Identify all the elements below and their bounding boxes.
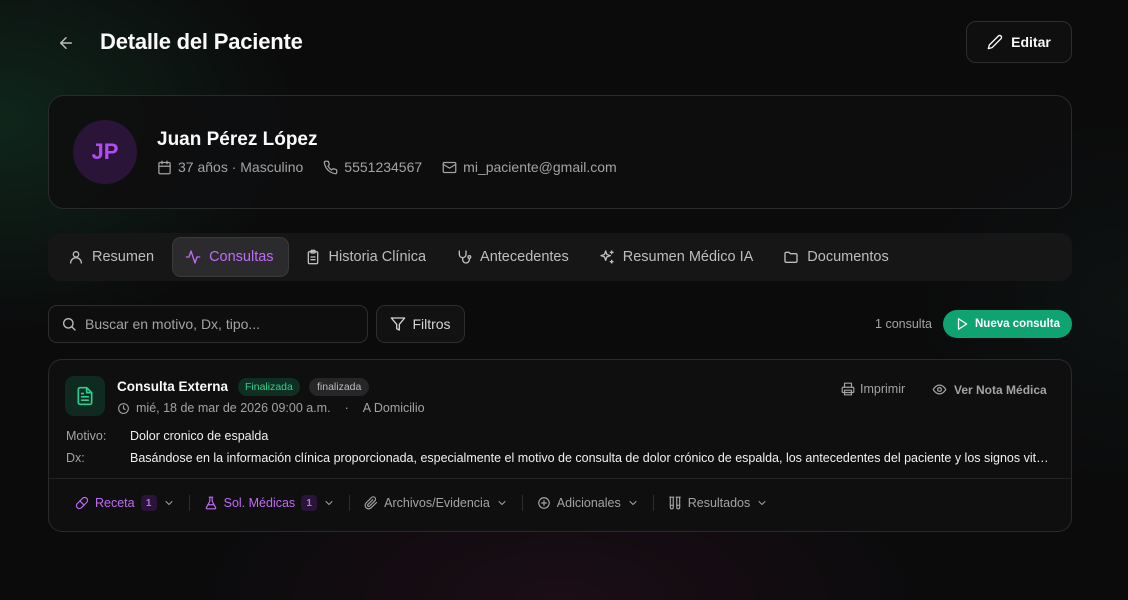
edit-button[interactable]: Editar [966, 21, 1072, 63]
arrow-left-icon [60, 37, 72, 49]
view-note-label: Ver Nota Médica [954, 382, 1047, 397]
sparkles-icon [600, 250, 614, 264]
folder-icon [784, 251, 798, 263]
play-icon [957, 318, 968, 330]
phone: 5551234567 [323, 159, 422, 175]
dx-value: Basándose en la información clínica prop… [130, 451, 1055, 465]
status-tag: finalizada [309, 378, 370, 396]
search-icon [62, 318, 76, 331]
patient-card: JP Juan Pérez López 37 años · Masculino … [48, 95, 1072, 209]
divider [49, 478, 1071, 479]
file-text-icon [77, 386, 93, 406]
edit-label: Editar [1011, 34, 1051, 50]
eye-icon [932, 384, 947, 395]
consult-date-row: mié, 18 de mar de 2026 09:00 a.m. · A Do… [117, 401, 425, 415]
view-note-button[interactable]: Ver Nota Médica [932, 382, 1047, 397]
status-badge: Finalizada [238, 378, 300, 396]
page-title: Detalle del Paciente [100, 29, 303, 54]
adicionales-label: Adicionales [556, 496, 621, 510]
consult-actions: Receta 1 Sol. Médicas 1 Archivos/Evidenc… [75, 495, 768, 511]
email-text: mi_paciente@gmail.com [463, 159, 617, 175]
receta-label: Receta [95, 496, 135, 510]
phone-icon [323, 160, 338, 174]
age-gender-text: 37 años · Masculino [178, 159, 304, 175]
flask-icon [205, 496, 216, 510]
sol-medicas-button[interactable]: Sol. Médicas 1 [204, 495, 336, 511]
tab-label: Documentos [807, 249, 889, 265]
consultation-card[interactable]: Consulta Externa Finalizada finalizada m… [48, 359, 1072, 532]
chevron-down-icon [498, 501, 506, 505]
chevron-down-icon [325, 501, 333, 505]
tab-consultas[interactable]: Consultas [172, 237, 289, 277]
age-gender: 37 años · Masculino [157, 159, 303, 175]
tab-label: Consultas [209, 249, 274, 265]
stethoscope-icon [458, 250, 472, 264]
print-button[interactable]: Imprimir [841, 382, 905, 396]
resultados-button[interactable]: Resultados [668, 496, 769, 510]
sol-medicas-label: Sol. Médicas [223, 496, 296, 510]
filters-label: Filtros [412, 316, 451, 332]
action-separator [188, 495, 190, 511]
adicionales-button[interactable]: Adicionales [537, 496, 639, 510]
tab-label: Historia Clínica [328, 249, 427, 265]
filter-icon [391, 317, 406, 331]
tab-documentos[interactable]: Documentos [771, 237, 902, 277]
test-tubes-icon [668, 496, 681, 510]
resultados-label: Resultados [687, 496, 751, 510]
chevron-down-icon [629, 501, 637, 505]
action-separator [349, 495, 351, 511]
tab-historia-clinica[interactable]: Historia Clínica [293, 237, 441, 277]
plus-circle-icon [537, 497, 550, 509]
separator: · [344, 401, 349, 415]
mail-icon [442, 161, 457, 173]
action-separator [652, 495, 654, 511]
tab-resumen[interactable]: Resumen [56, 237, 168, 277]
consult-location: A Domicilio [362, 401, 425, 415]
phone-text: 5551234567 [344, 159, 423, 175]
tab-label: Antecedentes [480, 249, 569, 265]
consult-title: Consulta Externa [117, 379, 229, 394]
user-icon [70, 251, 82, 264]
printer-icon [841, 382, 855, 396]
dx-label: Dx: [66, 451, 85, 465]
consult-count: 1 consulta [875, 317, 932, 331]
calendar-icon [158, 160, 171, 174]
search-input[interactable] [85, 316, 345, 332]
archivos-label: Archivos/Evidencia [384, 496, 490, 510]
clipboard-icon [307, 249, 318, 265]
activity-icon [185, 250, 201, 264]
sol-medicas-count: 1 [301, 495, 318, 511]
avatar: JP [73, 120, 137, 184]
archivos-button[interactable]: Archivos/Evidencia [364, 496, 508, 510]
print-label: Imprimir [860, 382, 906, 396]
document-icon-box [65, 376, 105, 416]
tab-label: Resumen Médico IA [622, 249, 754, 265]
motivo-label: Motivo: [66, 429, 107, 443]
tab-label: Resumen [92, 249, 155, 265]
paperclip-icon [364, 496, 378, 510]
search-box [48, 305, 368, 343]
tab-antecedentes[interactable]: Antecedentes [444, 237, 583, 277]
email: mi_paciente@gmail.com [442, 159, 617, 175]
back-button[interactable] [54, 31, 78, 55]
patient-meta: 37 años · Masculino 5551234567 mi_pacien… [157, 159, 617, 175]
clock-icon [118, 402, 129, 414]
action-separator [521, 495, 523, 511]
filters-button[interactable]: Filtros [376, 305, 465, 343]
pill-icon [75, 496, 89, 510]
consult-date: mié, 18 de mar de 2026 09:00 a.m. [136, 401, 331, 415]
receta-button[interactable]: Receta 1 [75, 495, 175, 511]
motivo-value: Dolor cronico de espalda [130, 429, 269, 443]
patient-name: Juan Pérez López [157, 129, 318, 150]
pencil-icon [987, 34, 1003, 50]
chevron-down-icon [758, 501, 766, 505]
chevron-down-icon [165, 501, 173, 505]
receta-count: 1 [140, 495, 157, 511]
new-consult-button[interactable]: Nueva consulta [943, 310, 1072, 338]
new-consult-label: Nueva consulta [975, 318, 1060, 330]
tab-resumen-medico-ia[interactable]: Resumen Médico IA [587, 237, 768, 277]
tab-bar: Resumen Consultas Historia Clínica Antec… [48, 233, 1072, 281]
